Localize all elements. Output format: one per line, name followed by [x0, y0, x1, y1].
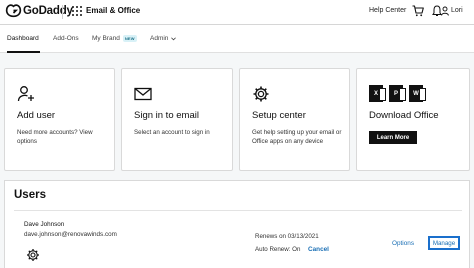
auto-renew-status: Auto Renew: On — [255, 246, 301, 253]
word-icon: W — [409, 85, 426, 102]
manage-button[interactable]: Manage — [428, 236, 460, 250]
tab-add-ons[interactable]: Add-Ons — [53, 35, 79, 42]
help-center-link[interactable]: Help Center — [369, 7, 406, 14]
nav-bar: Dashboard Add-Ons My Brand NEW Admin — [0, 25, 474, 53]
user-icon[interactable] — [441, 6, 449, 16]
tab-label: Dashboard — [7, 35, 39, 42]
card-description: Select an account to sign in — [134, 129, 210, 136]
user-row-email: dave.johnson@renovawinds.com — [24, 231, 117, 238]
excel-icon: X — [369, 85, 386, 102]
card-download-office: X P W Download Office Learn More — [356, 68, 470, 171]
envelope-icon — [134, 87, 152, 101]
product-name[interactable]: Email & Office — [86, 6, 140, 15]
tab-label: Admin — [150, 35, 169, 42]
tab-dashboard[interactable]: Dashboard — [7, 35, 39, 42]
card-title: Setup center — [252, 110, 306, 121]
users-heading: Users — [14, 189, 46, 201]
card-title: Sign in to email — [134, 110, 199, 121]
apps-grid-icon[interactable] — [72, 6, 82, 16]
brand-name: GoDaddy — [23, 4, 73, 17]
office-apps-icon: X P W — [369, 85, 426, 102]
card-setup-center[interactable]: Setup center Get help setting up your em… — [239, 68, 350, 171]
users-divider — [14, 210, 462, 211]
tab-admin[interactable]: Admin — [150, 35, 177, 42]
chevron-down-icon — [171, 36, 177, 40]
gear-icon — [27, 249, 39, 261]
tab-label: My Brand — [92, 35, 120, 42]
cart-icon[interactable] — [412, 5, 424, 17]
card-sign-in-email[interactable]: Sign in to email Select an account to si… — [121, 68, 233, 171]
card-description: Get help setting up your email or Office… — [252, 129, 342, 145]
header-divider — [62, 5, 63, 19]
active-tab-indicator — [7, 51, 40, 53]
powerpoint-icon: P — [389, 85, 406, 102]
godaddy-logo-icon — [5, 4, 22, 18]
card-description: Need more accounts? View options — [17, 129, 93, 145]
cancel-link[interactable]: Cancel — [308, 246, 329, 253]
new-badge: NEW — [122, 35, 137, 42]
top-bar: GoDaddy Email & Office Help Center Lori — [0, 0, 474, 25]
card-add-user[interactable]: Add user Need more accounts? View option… — [4, 68, 115, 171]
user-name[interactable]: Lori — [451, 7, 463, 14]
renewal-date: Renews on 03/13/2021 — [255, 233, 319, 240]
tab-label: Add-Ons — [53, 35, 79, 42]
learn-more-button[interactable]: Learn More — [369, 131, 417, 144]
gear-icon — [253, 86, 269, 102]
users-panel: Users Dave Johnson dave.johnson@renovawi… — [4, 180, 470, 268]
card-title: Add user — [17, 110, 56, 121]
card-title: Download Office — [369, 110, 439, 121]
tab-my-brand[interactable]: My Brand NEW — [92, 35, 137, 42]
user-plus-icon — [17, 86, 34, 102]
user-row-name: Dave Johnson — [24, 221, 65, 228]
options-link[interactable]: Options — [392, 240, 414, 247]
